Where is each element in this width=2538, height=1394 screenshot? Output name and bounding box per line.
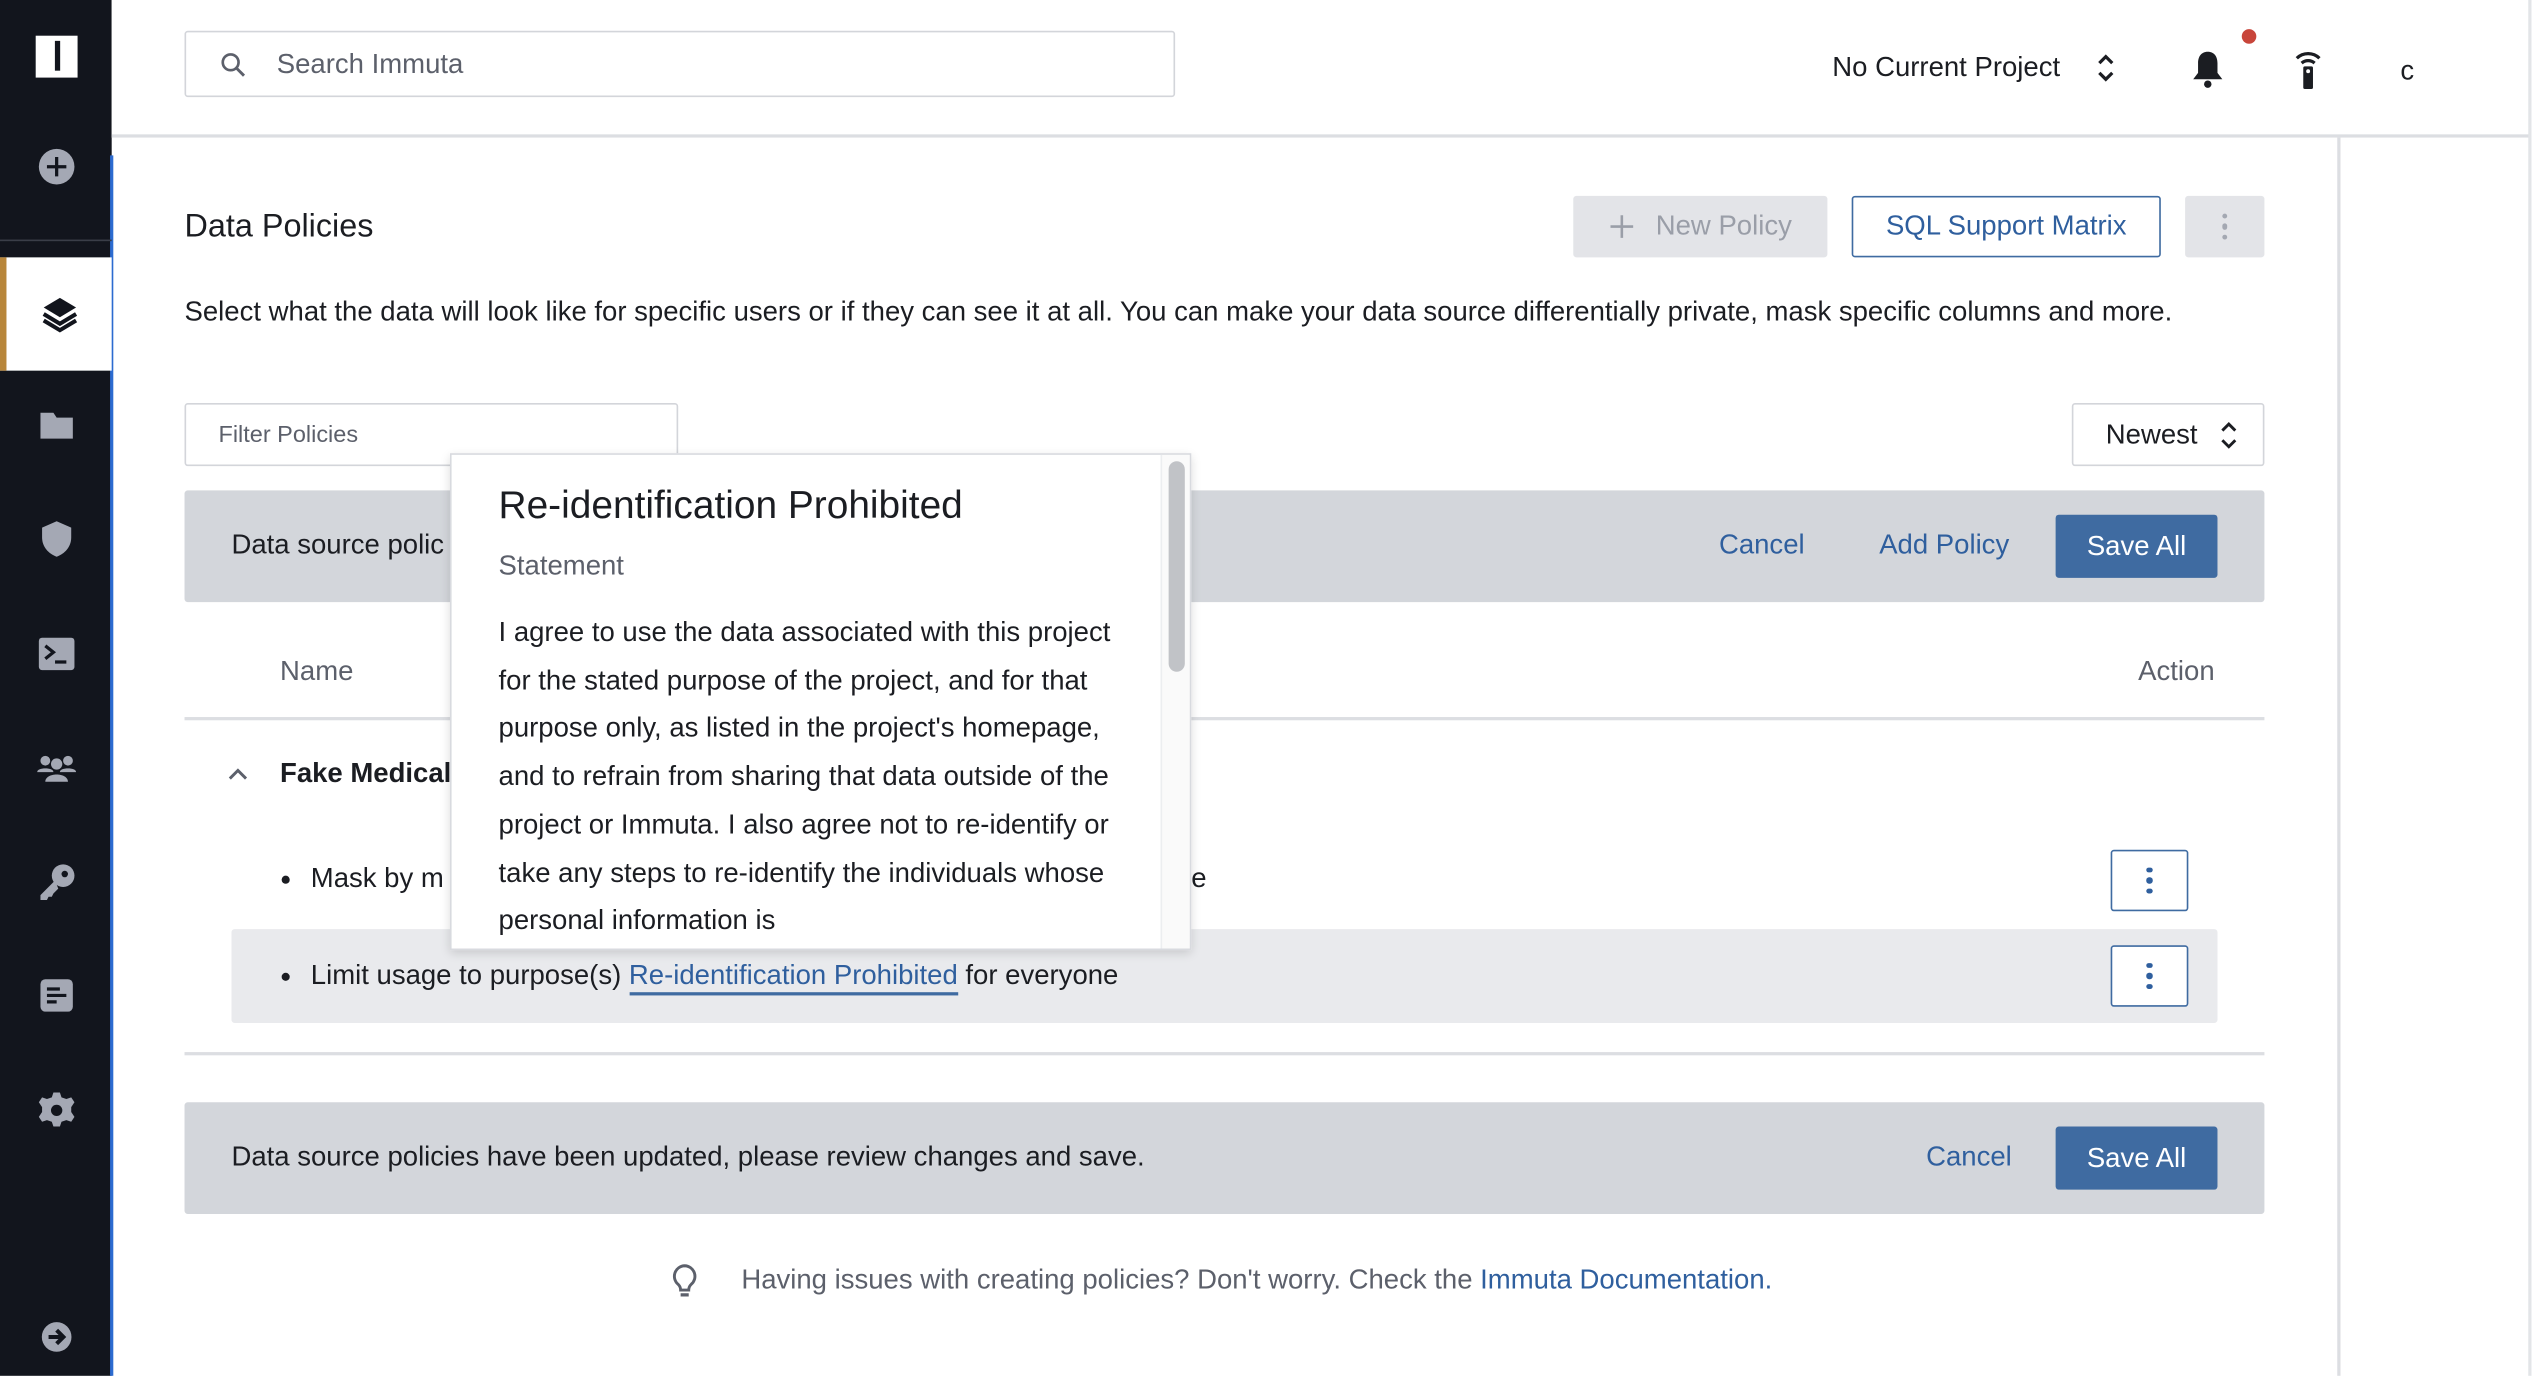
help-text: Having issues with creating policies? Do… xyxy=(741,1264,1772,1296)
kebab-icon xyxy=(2146,867,2153,894)
terminal-icon xyxy=(38,637,74,671)
users-icon xyxy=(36,755,76,782)
purpose-popover: Re-identification Prohibited Statement I… xyxy=(449,453,1192,951)
chevron-updown-icon xyxy=(2097,54,2114,82)
help-end: . xyxy=(1764,1264,1773,1295)
arrow-right-circle-icon xyxy=(41,1322,71,1352)
bullet xyxy=(281,875,290,884)
chevron-updown-icon xyxy=(2220,421,2236,448)
sidebar-item-query-editor[interactable] xyxy=(0,597,112,710)
more-options-button[interactable] xyxy=(2185,195,2265,258)
bottom-cancel-button[interactable]: Cancel xyxy=(1926,1141,2012,1173)
filter-placeholder: Filter Policies xyxy=(218,421,359,448)
global-search-input[interactable]: Search Immuta xyxy=(184,30,1176,98)
sidebar-item-policies[interactable] xyxy=(0,482,112,595)
policy-row-text: Mask by m xyxy=(310,862,444,894)
popover-title: Re-identification Prohibited xyxy=(498,483,963,528)
sidebar-item-audit[interactable] xyxy=(0,939,112,1052)
save-all-label: Save All xyxy=(2086,1141,2187,1173)
add-policy-button[interactable]: Add Policy xyxy=(1879,529,2009,561)
policy-row-menu-button[interactable] xyxy=(2110,849,2189,912)
plus-icon xyxy=(1610,215,1634,238)
window-edge xyxy=(2528,0,2531,1376)
bell-icon xyxy=(2193,51,2223,88)
chevron-up-icon[interactable] xyxy=(227,764,250,783)
popover-subtitle: Statement xyxy=(498,550,624,582)
search-placeholder: Search Immuta xyxy=(276,47,464,79)
bottom-save-all-button[interactable]: Save All xyxy=(2055,1126,2218,1190)
sidebar-item-data-sources[interactable] xyxy=(0,257,112,371)
popover-scrollbar[interactable] xyxy=(1160,454,1190,949)
report-icon xyxy=(39,979,73,1012)
new-policy-label: New Policy xyxy=(1655,210,1792,242)
pending-changes-text: Data source polic xyxy=(231,529,445,561)
sidebar-item-people[interactable] xyxy=(0,711,112,824)
remote-icon xyxy=(2295,52,2321,90)
remote-access-button[interactable] xyxy=(2292,49,2324,91)
add-circle-icon[interactable] xyxy=(0,110,112,223)
user-avatar[interactable]: c xyxy=(2400,55,2414,87)
policy-text-prefix: Limit usage to purpose(s) xyxy=(310,959,629,991)
new-policy-button[interactable]: New Policy xyxy=(1573,195,1828,258)
column-header-name[interactable]: Name xyxy=(280,656,353,688)
sidebar-item-settings[interactable] xyxy=(0,1054,112,1167)
bullet xyxy=(281,972,290,981)
notifications-button[interactable] xyxy=(2188,49,2227,91)
sidebar-item-keys[interactable] xyxy=(0,825,112,938)
documentation-link[interactable]: Immuta Documentation xyxy=(1480,1264,1764,1295)
logo-icon[interactable] xyxy=(0,0,112,113)
sidebar-expand-button[interactable] xyxy=(0,1280,112,1393)
group-divider xyxy=(184,1052,2265,1055)
cancel-button[interactable]: Cancel xyxy=(1719,529,1805,561)
search-icon xyxy=(221,52,246,76)
panel-divider xyxy=(2337,137,2340,1376)
scrollbar-thumb[interactable] xyxy=(1168,461,1185,672)
gear-icon xyxy=(38,1092,74,1127)
sort-select[interactable]: Newest xyxy=(2071,403,2265,467)
policy-row-menu-button[interactable] xyxy=(2110,945,2189,1007)
layers-icon xyxy=(41,297,77,333)
save-all-label: Save All xyxy=(2086,530,2187,561)
notification-dot xyxy=(2241,29,2257,44)
group-name: Fake Medical xyxy=(280,757,452,789)
save-all-button[interactable]: Save All xyxy=(2055,514,2218,578)
sidebar-divider xyxy=(0,239,112,242)
sql-support-matrix-button[interactable]: SQL Support Matrix xyxy=(1851,195,2161,258)
bottom-changes-text: Data source policies have been updated, … xyxy=(231,1141,1145,1172)
purpose-link[interactable]: Re-identification Prohibited xyxy=(628,959,958,996)
page-description: Select what the data will look like for … xyxy=(184,296,2173,327)
policy-text-suffix: for everyone xyxy=(957,959,1119,991)
column-header-action: Action xyxy=(2138,655,2215,687)
current-project: No Current Project xyxy=(1832,51,2061,83)
popover-statement: I agree to use the data associated with … xyxy=(498,616,1111,936)
sidebar-item-projects[interactable] xyxy=(0,369,112,482)
kebab-icon xyxy=(2221,213,2228,240)
shield-icon xyxy=(41,521,71,557)
lightbulb-icon xyxy=(672,1264,697,1297)
sort-value: Newest xyxy=(2105,418,2198,450)
folder-icon xyxy=(39,412,73,439)
sql-support-matrix-label: SQL Support Matrix xyxy=(1885,210,2127,242)
kebab-icon xyxy=(2146,962,2153,990)
key-icon xyxy=(39,864,74,900)
page-title: Data Policies xyxy=(184,208,374,245)
project-selector[interactable]: No Current Project xyxy=(1832,52,2115,84)
policy-row-text-end: e xyxy=(1191,862,1207,894)
policy-row-text: Limit usage to purpose(s) Re-identificat… xyxy=(310,959,1119,996)
help-message: Having issues with creating policies? Do… xyxy=(741,1264,1481,1295)
sidebar-nav xyxy=(0,0,114,1376)
